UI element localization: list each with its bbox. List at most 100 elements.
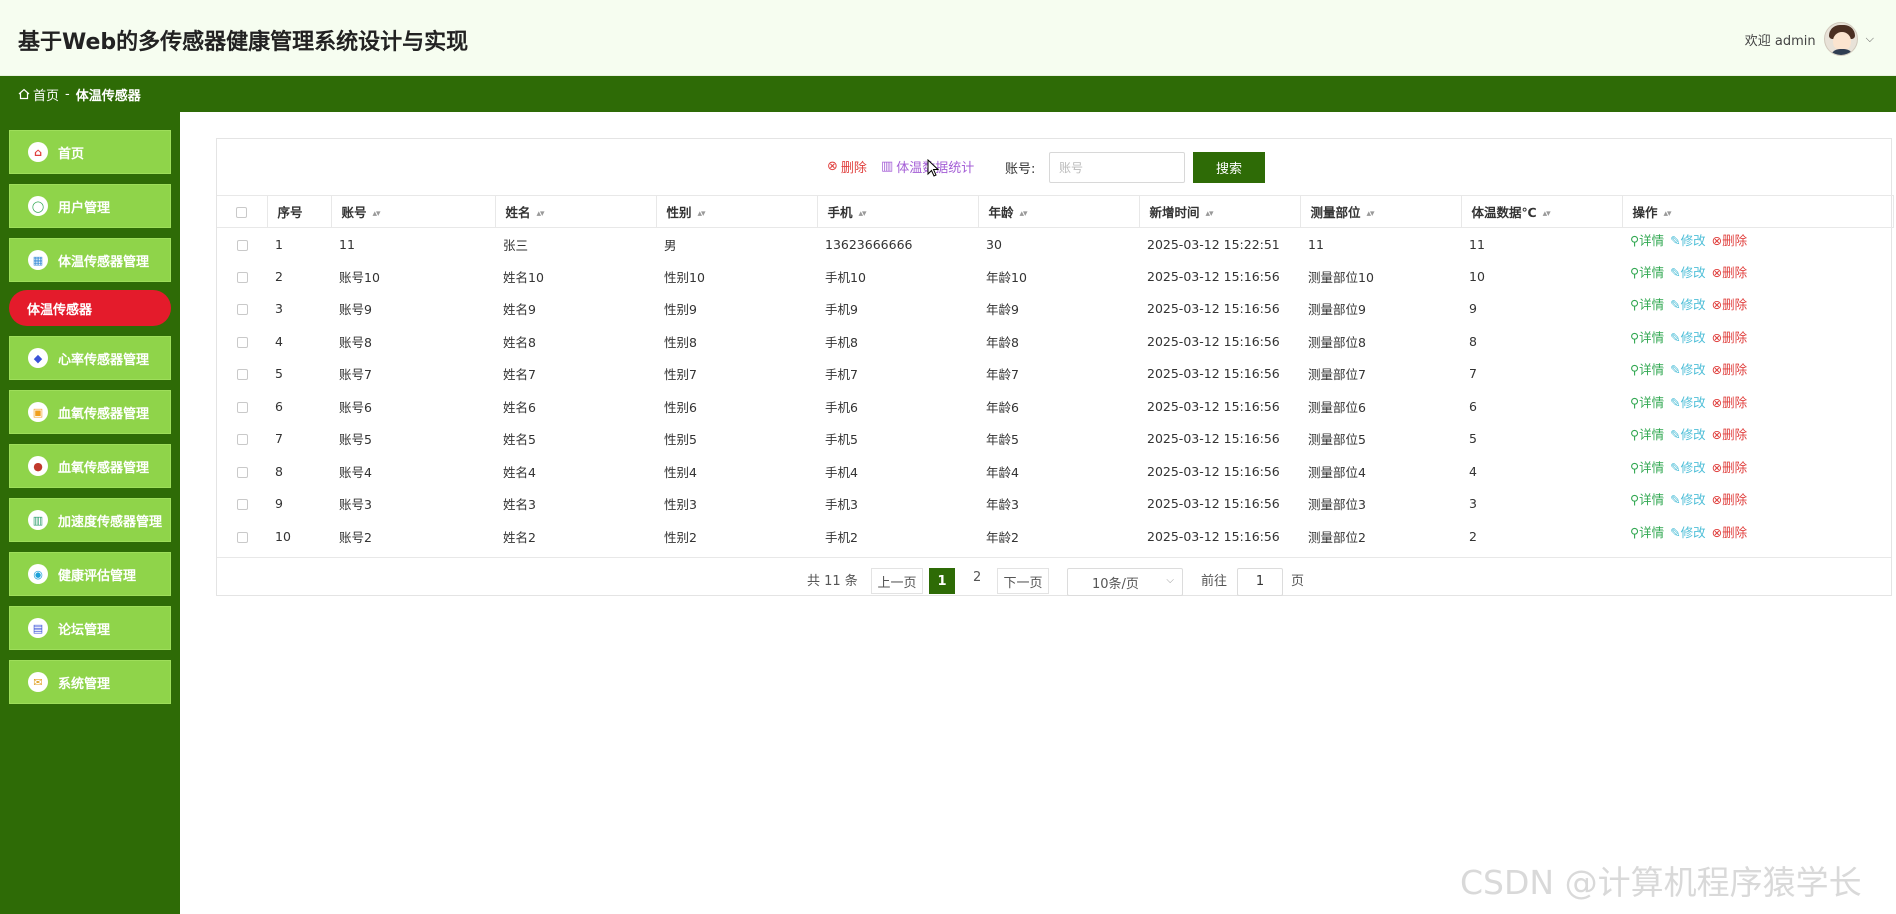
user-menu[interactable]: 欢迎 admin ⌵ (1745, 22, 1874, 56)
page-size-select[interactable]: 10条/页 ⌵ (1067, 568, 1183, 596)
cell-gender: 男 (664, 237, 677, 253)
row-checkbox[interactable] (217, 455, 267, 488)
cell-index: 7 (275, 431, 283, 447)
delete-button[interactable]: ⊗删除 (1712, 262, 1748, 281)
account-search-input[interactable] (1049, 152, 1185, 183)
delete-button[interactable]: ⊗删除 (1712, 359, 1748, 378)
column-header-age[interactable]: 年龄 ▴▾ (978, 195, 1140, 228)
breadcrumb-home[interactable]: 首页 (18, 85, 59, 104)
cell-index: 1 (275, 236, 283, 252)
delete-button[interactable]: ⊗删除 (1712, 294, 1748, 313)
cell-age: 年龄4 (986, 464, 1019, 480)
cell-actions: ⚲详情 ✎修改 ⊗删除 (1622, 260, 1893, 293)
edit-button[interactable]: ✎修改 (1670, 294, 1706, 313)
column-header-temperature[interactable]: 体温数据℃ ▴▾ (1461, 195, 1623, 228)
cell-index: 3 (275, 301, 283, 317)
table-row: 1 11 张三男 13623666666 30 2025-03-12 15:22:51 11… (217, 228, 1893, 261)
sidebar-item-forum[interactable]: ▤ 论坛管理 (9, 606, 171, 650)
row-checkbox[interactable] (217, 325, 267, 358)
sort-icon: ▴▾ (697, 208, 706, 219)
sidebar-subitem-temperature-sensor[interactable]: 体温传感器 (9, 290, 171, 326)
globe-icon: ◉ (28, 564, 48, 584)
cell-account: 账号4 (339, 464, 372, 480)
chevron-down-icon[interactable]: ⌵ (1866, 32, 1874, 46)
delete-button[interactable]: ⊗删除 (1712, 489, 1748, 508)
delete-button[interactable]: ⊗删除 (1712, 327, 1748, 346)
delete-button[interactable]: ⊗删除 (1712, 457, 1748, 476)
detail-button[interactable]: ⚲详情 (1630, 424, 1664, 443)
sidebar-item-heart-rate[interactable]: ◆ 心率传感器管理 (9, 336, 171, 380)
edit-button[interactable]: ✎修改 (1670, 327, 1706, 346)
row-checkbox[interactable] (217, 260, 267, 293)
row-checkbox[interactable] (217, 520, 267, 553)
edit-icon: ✎ (1670, 492, 1681, 508)
sidebar-item-health-assessment[interactable]: ◉ 健康评估管理 (9, 552, 171, 596)
search-icon: ⚲ (1630, 297, 1640, 313)
edit-button[interactable]: ✎修改 (1670, 522, 1706, 541)
edit-icon: ✎ (1670, 394, 1681, 410)
table-row: 6 账号6 姓名6 性别6 手机6 年龄6 2025-03-12 15:16:56 测量部位6… (217, 390, 1893, 423)
row-checkbox[interactable] (217, 488, 267, 521)
row-checkbox[interactable] (217, 390, 267, 423)
column-header-account[interactable]: 账号 ▴▾ (331, 195, 496, 228)
column-header-phone[interactable]: 手机 ▴▾ (817, 195, 979, 228)
total-count: 共 11 条 (807, 574, 858, 589)
detail-button[interactable]: ⚲详情 (1630, 230, 1664, 249)
sidebar-item-system[interactable]: ✉ 系统管理 (9, 660, 171, 704)
detail-button[interactable]: ⚲详情 (1630, 457, 1664, 476)
sidebar-item-blood-oxygen-2[interactable]: ● 血氧传感器管理 (9, 444, 171, 488)
row-checkbox[interactable] (217, 228, 267, 261)
edit-button[interactable]: ✎修改 (1670, 424, 1706, 443)
search-icon: ⚲ (1630, 427, 1640, 443)
cell-measure-site: 测量部位10 (1308, 269, 1374, 285)
row-checkbox[interactable] (217, 358, 267, 391)
sidebar-item-users[interactable]: ◯ 用户管理 (9, 184, 171, 228)
delete-button[interactable]: ⊗删除 (1712, 230, 1748, 249)
detail-button[interactable]: ⚲详情 (1630, 392, 1664, 411)
delete-button[interactable]: ⊗删除 (1712, 424, 1748, 443)
sidebar-item-home[interactable]: ⌂ 首页 (9, 130, 171, 174)
detail-button[interactable]: ⚲详情 (1630, 294, 1664, 313)
detail-button[interactable]: ⚲详情 (1630, 359, 1664, 378)
delete-button[interactable]: ⊗删除 (1712, 392, 1748, 411)
edit-button[interactable]: ✎修改 (1670, 359, 1706, 378)
watermark: CSDN @计算机程序猿学长 (1460, 863, 1862, 902)
home-icon (18, 88, 30, 100)
edit-button[interactable]: ✎修改 (1670, 457, 1706, 476)
detail-button[interactable]: ⚲详情 (1630, 262, 1664, 281)
cell-name: 姓名5 (503, 432, 536, 448)
column-header-gender[interactable]: 性别 ▴▾ (656, 195, 818, 228)
cell-account: 账号3 (339, 497, 372, 513)
edit-button[interactable]: ✎修改 (1670, 230, 1706, 249)
delete-button[interactable]: ⊗删除 (1712, 522, 1748, 541)
cell-name: 姓名9 (503, 302, 536, 318)
detail-button[interactable]: ⚲详情 (1630, 327, 1664, 346)
sidebar-item-acceleration[interactable]: ▥ 加速度传感器管理 (9, 498, 171, 542)
grid-icon: ▦ (28, 250, 48, 270)
detail-button[interactable]: ⚲详情 (1630, 522, 1664, 541)
row-checkbox[interactable] (217, 423, 267, 456)
edit-button[interactable]: ✎修改 (1670, 262, 1706, 281)
next-page-button[interactable]: 下一页 (997, 568, 1049, 594)
sidebar-item-temperature[interactable]: ▦ 体温传感器管理 (9, 238, 171, 282)
detail-button[interactable]: ⚲详情 (1630, 489, 1664, 508)
column-header-created-time[interactable]: 新增时间 ▴▾ (1139, 195, 1301, 228)
column-header-name[interactable]: 姓名 ▴▾ (495, 195, 657, 228)
page-1-button[interactable]: 1 (929, 568, 955, 594)
edit-button[interactable]: ✎修改 (1670, 392, 1706, 411)
select-all-checkbox[interactable] (217, 195, 268, 228)
batch-delete-button[interactable]: ⊗ 删除 (827, 157, 867, 176)
prev-page-button[interactable]: 上一页 (871, 568, 923, 594)
edit-button[interactable]: ✎修改 (1670, 489, 1706, 508)
column-header-measure-site[interactable]: 测量部位 ▴▾ (1300, 195, 1462, 228)
avatar[interactable] (1823, 22, 1858, 56)
cell-measure-site: 测量部位5 (1308, 432, 1366, 448)
page-2-button[interactable]: 2 (973, 570, 981, 585)
table-body: 1 11 张三男 13623666666 30 2025-03-12 15:22:51 11… (217, 228, 1893, 553)
table-row: 7 账号5 姓名5 性别5 手机5 年龄5 2025-03-12 15:16:56 测量部位5… (217, 423, 1893, 456)
goto-page-input[interactable]: 1 (1237, 568, 1283, 596)
search-button[interactable]: 搜索 (1193, 152, 1265, 183)
row-checkbox[interactable] (217, 293, 267, 326)
edit-icon: ✎ (1670, 524, 1681, 540)
sidebar-item-blood-oxygen[interactable]: ▣ 血氧传感器管理 (9, 390, 171, 434)
